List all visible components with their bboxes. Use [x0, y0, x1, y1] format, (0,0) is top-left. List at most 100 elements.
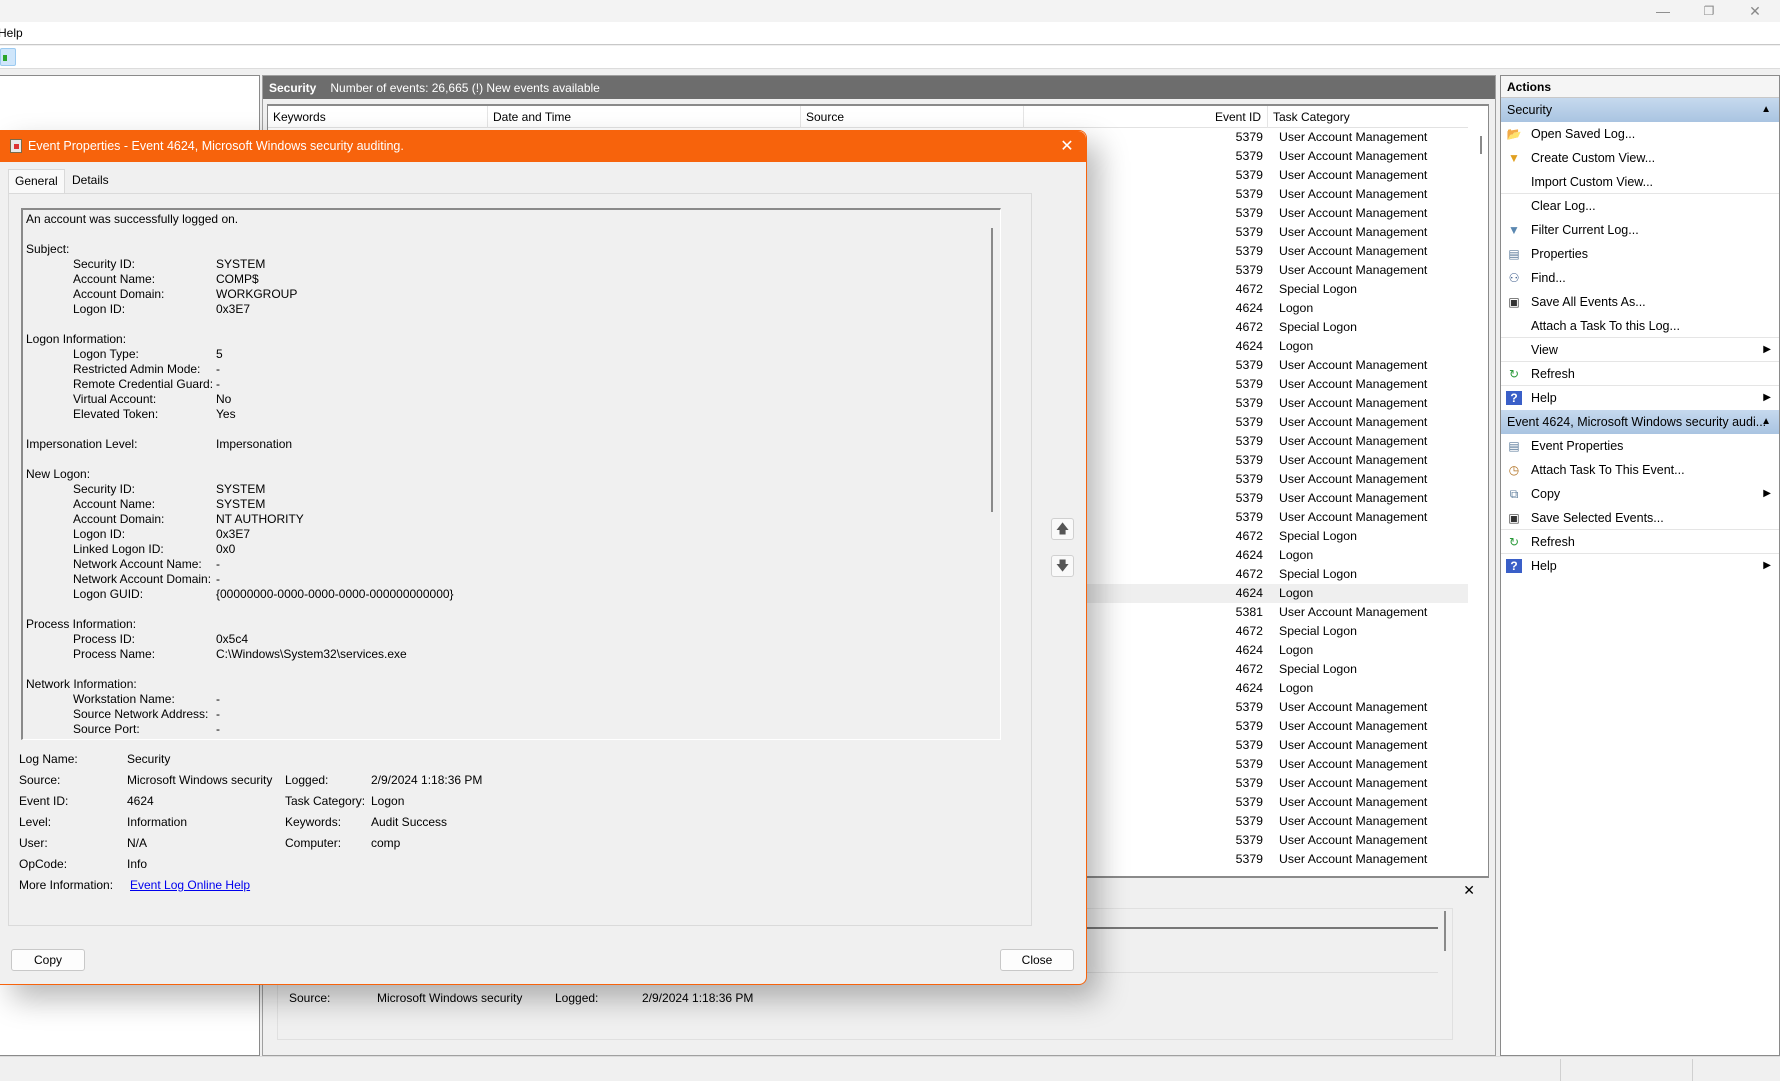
list-scrollbar[interactable]: [1480, 136, 1482, 154]
close-window-button[interactable]: ✕: [1732, 0, 1778, 22]
action-item[interactable]: ? Help ▶: [1501, 554, 1779, 578]
task-category-cell: Logon: [1279, 586, 1314, 600]
task-category-cell: User Account Management: [1279, 757, 1428, 771]
action-item-label: Clear Log...: [1531, 199, 1596, 213]
event-log-online-help-link[interactable]: Event Log Online Help: [130, 878, 250, 892]
keywords-value: Audit Success: [371, 815, 448, 829]
action-item[interactable]: ▼ Create Custom View...: [1501, 146, 1779, 170]
action-item[interactable]: ◷ Attach Task To This Event...: [1501, 458, 1779, 482]
column-source[interactable]: Source: [801, 106, 1024, 128]
logged-label: Logged:: [285, 773, 329, 787]
task-category-cell: User Account Management: [1279, 130, 1428, 144]
filter-new-icon: ▼: [1508, 151, 1520, 165]
action-item[interactable]: ▤ Event Properties: [1501, 434, 1779, 458]
event-id-cell: 5379: [1235, 415, 1263, 429]
event-id-cell: 5379: [1235, 244, 1263, 258]
restore-button[interactable]: ❐: [1686, 0, 1732, 22]
description-label: Subject:: [26, 242, 70, 256]
action-item[interactable]: ? Help ▶: [1501, 386, 1779, 410]
task-category-cell: Logon: [1279, 301, 1314, 315]
action-item[interactable]: ▼ Filter Current Log...: [1501, 218, 1779, 242]
action-item-label: Save Selected Events...: [1531, 511, 1664, 525]
submenu-arrow-icon: ▶: [1763, 488, 1771, 499]
menu-help[interactable]: Help: [0, 26, 23, 40]
copy-button[interactable]: Copy: [11, 949, 85, 971]
next-event-button[interactable]: 🡇: [1051, 555, 1074, 577]
description-label: Account Name:: [73, 272, 156, 286]
description-label: Network Account Name:: [73, 557, 202, 571]
column-date-time[interactable]: Date and Time: [488, 106, 801, 128]
action-group-header[interactable]: Security ▲: [1501, 98, 1779, 122]
action-item[interactable]: ⚇ Find...: [1501, 266, 1779, 290]
task-category-cell: User Account Management: [1279, 225, 1428, 239]
column-event-id[interactable]: Event ID: [1024, 106, 1268, 128]
event-id-cell: 5379: [1235, 757, 1263, 771]
tab-general[interactable]: General: [8, 169, 65, 194]
action-item[interactable]: 📂 Open Saved Log...: [1501, 122, 1779, 146]
action-item-label: Event Properties: [1531, 439, 1624, 453]
column-header: Keywords Date and Time Source Event ID T…: [268, 106, 1468, 128]
action-item[interactable]: ↻ Refresh: [1501, 362, 1779, 386]
action-item[interactable]: ▤ Properties: [1501, 242, 1779, 266]
description-label: Process Name:: [73, 647, 156, 661]
task-category-cell: Logon: [1279, 548, 1314, 562]
dialog-close-button[interactable]: ✕: [1056, 136, 1078, 158]
show-hide-console-tree-icon[interactable]: [0, 48, 16, 66]
action-item[interactable]: ▣ Save Selected Events...: [1501, 506, 1779, 530]
dialog-titlebar[interactable]: Event Properties - Event 4624, Microsoft…: [0, 131, 1086, 162]
collapse-caret-icon[interactable]: ▲: [1761, 98, 1771, 122]
task-category-cell: Special Logon: [1279, 282, 1357, 296]
task-category-cell: User Account Management: [1279, 358, 1428, 372]
column-task-category[interactable]: Task Category: [1268, 106, 1488, 128]
action-item[interactable]: ▣ Save All Events As...: [1501, 290, 1779, 314]
task-category-cell: Special Logon: [1279, 529, 1357, 543]
action-item-label: View: [1531, 343, 1558, 357]
action-item-label: Properties: [1531, 247, 1588, 261]
action-item-label: Save All Events As...: [1531, 295, 1646, 309]
action-item[interactable]: Import Custom View...: [1501, 170, 1779, 194]
description-label: Account Domain:: [73, 287, 165, 301]
action-item[interactable]: ↻ Refresh: [1501, 530, 1779, 554]
description-label: Security ID:: [73, 482, 136, 496]
tab-details[interactable]: Details: [66, 169, 115, 193]
description-label: Remote Credential Guard:: [73, 377, 214, 391]
minimize-button[interactable]: —: [1640, 0, 1686, 22]
task-category-cell: User Account Management: [1279, 814, 1428, 828]
description-value: Impersonation: [216, 437, 293, 451]
event-count-info: Number of events: 26,665 (!) New events …: [330, 80, 600, 95]
action-item[interactable]: Clear Log...: [1501, 194, 1779, 218]
column-keywords[interactable]: Keywords: [268, 106, 488, 128]
action-item-label: Open Saved Log...: [1531, 127, 1636, 141]
task-clock-icon: ◷: [1508, 463, 1520, 477]
action-item[interactable]: Attach a Task To this Log...: [1501, 314, 1779, 338]
preview-logged: 2/9/2024 1:18:36 PM: [642, 991, 754, 1005]
action-item[interactable]: View ▶: [1501, 338, 1779, 362]
task-category-cell: User Account Management: [1279, 700, 1428, 714]
event-id-cell: 5379: [1235, 814, 1263, 828]
event-id-cell: 5379: [1235, 510, 1263, 524]
description-value: -: [216, 722, 220, 736]
task-category-cell: Logon: [1279, 681, 1314, 695]
action-group-header[interactable]: Event 4624, Microsoft Windows security a…: [1501, 410, 1779, 434]
description-label: Logon ID:: [73, 527, 126, 541]
close-button[interactable]: Close: [1000, 949, 1074, 971]
action-item-label: Attach Task To This Event...: [1531, 463, 1685, 477]
preview-close-button[interactable]: ✕: [1463, 882, 1475, 899]
description-scrollbar[interactable]: [991, 228, 993, 512]
event-id-cell: 4672: [1235, 282, 1263, 296]
description-value: {00000000-0000-0000-0000-000000000000}: [216, 587, 454, 601]
event-id-cell: 4624: [1235, 681, 1263, 695]
copy-icon: ⧉: [1509, 487, 1519, 501]
action-item[interactable]: ⧉ Copy ▶: [1501, 482, 1779, 506]
event-description-box[interactable]: An account was successfully logged on. Su…: [21, 208, 1001, 740]
collapse-caret-icon[interactable]: ▲: [1761, 410, 1771, 434]
description-label: New Logon:: [26, 467, 91, 481]
task-category-cell: User Account Management: [1279, 244, 1428, 258]
preview-source: Microsoft Windows security: [377, 991, 523, 1005]
refresh-icon: ↻: [1508, 535, 1520, 549]
source-label: Source:: [19, 773, 61, 787]
preview-scrollbar[interactable]: [1444, 911, 1446, 951]
level-label: Level:: [19, 815, 52, 829]
previous-event-button[interactable]: 🡅: [1051, 518, 1074, 540]
task-category-cell: User Account Management: [1279, 149, 1428, 163]
